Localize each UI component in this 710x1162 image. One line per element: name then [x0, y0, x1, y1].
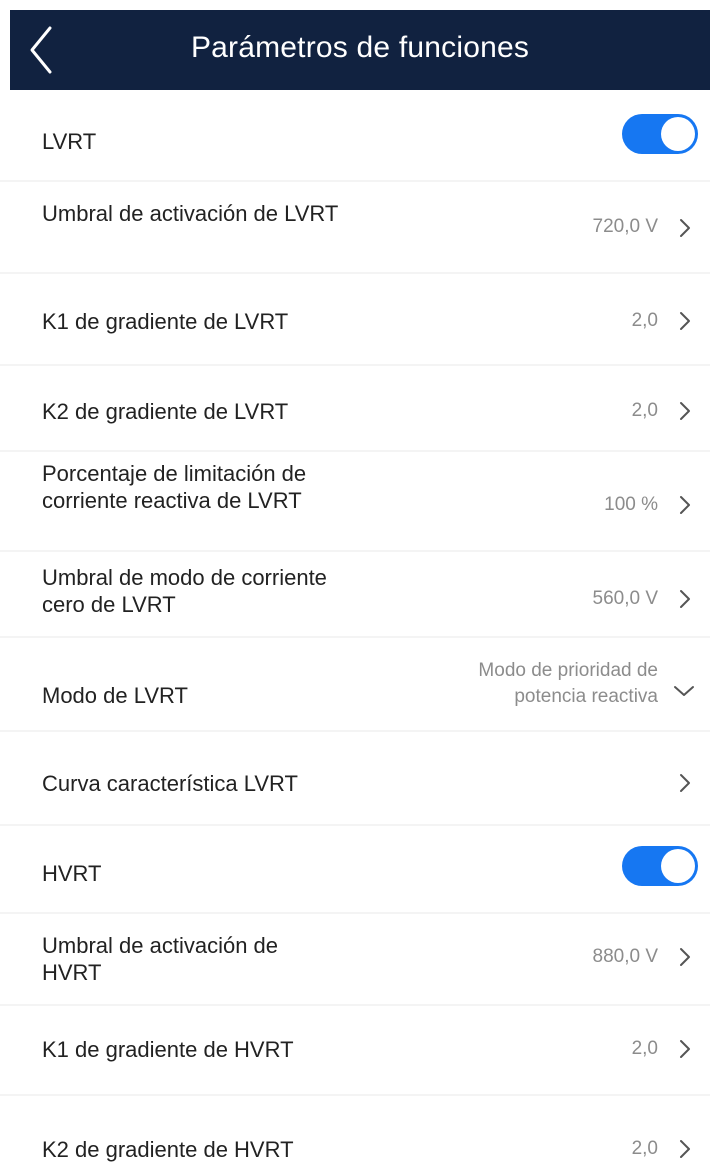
row-label: Umbral de modo de corriente cero de LVRT	[42, 565, 327, 617]
chevron-right-icon	[680, 402, 690, 420]
chevron-right-icon	[680, 219, 690, 237]
row-lvrt-curve[interactable]: Curva característica LVRT	[0, 732, 710, 826]
row-label: LVRT	[42, 129, 97, 154]
row-hvrt: HVRT	[0, 826, 710, 914]
row-lvrt-mode[interactable]: Modo de LVRT Modo de prioridad de potenc…	[0, 638, 710, 732]
chevron-right-icon	[680, 590, 690, 608]
row-value: 2,0	[631, 1138, 658, 1159]
row-label: Umbral de activación de LVRT	[42, 201, 339, 226]
row-label: K2 de gradiente de HVRT	[42, 1137, 294, 1162]
row-lvrt-reactive-current-limit[interactable]: Porcentaje de limitación de corriente re…	[0, 452, 710, 552]
row-label: K1 de gradiente de LVRT	[42, 309, 289, 334]
chevron-right-icon	[680, 312, 690, 330]
row-value: 100 %	[604, 494, 658, 515]
chevron-down-icon	[674, 686, 694, 696]
row-label: K2 de gradiente de LVRT	[42, 399, 289, 424]
chevron-right-icon	[680, 1140, 690, 1158]
row-hvrt-k1[interactable]: K1 de gradiente de HVRT 2,0	[0, 1006, 710, 1096]
row-hvrt-k2[interactable]: K2 de gradiente de HVRT 2,0	[0, 1096, 710, 1162]
toggle-knob	[661, 117, 695, 151]
row-label: Curva característica LVRT	[42, 771, 298, 796]
row-value: 2,0	[631, 400, 658, 421]
chevron-right-icon	[680, 948, 690, 966]
page-title: Parámetros de funciones	[190, 31, 530, 64]
row-lvrt-activation-threshold[interactable]: Umbral de activación de LVRT 720,0 V	[0, 182, 710, 274]
row-value: 880,0 V	[592, 946, 659, 967]
row-label: Porcentaje de limitación de corriente re…	[42, 461, 307, 513]
row-value: 560,0 V	[592, 588, 659, 609]
row-lvrt-k2[interactable]: K2 de gradiente de LVRT 2,0	[0, 366, 710, 452]
hvrt-toggle[interactable]	[622, 846, 698, 886]
chevron-right-icon	[680, 774, 690, 792]
row-lvrt-k1[interactable]: K1 de gradiente de LVRT 2,0	[0, 274, 710, 366]
header-bar: Parámetros de funciones	[10, 10, 710, 90]
chevron-right-icon	[680, 496, 690, 514]
row-hvrt-activation-threshold[interactable]: Umbral de activación de HVRT 880,0 V	[0, 914, 710, 1006]
row-label: Umbral de activación de HVRT	[42, 933, 279, 985]
lvrt-toggle[interactable]	[622, 114, 698, 154]
row-lvrt: LVRT	[0, 90, 710, 182]
row-value: Modo de prioridad de potencia reactiva	[478, 660, 658, 707]
toggle-knob	[661, 849, 695, 883]
row-value: 2,0	[631, 310, 658, 331]
row-value: 720,0 V	[592, 216, 659, 237]
row-value: 2,0	[631, 1038, 658, 1059]
row-label: K1 de gradiente de HVRT	[42, 1037, 294, 1062]
row-label: Modo de LVRT	[42, 683, 188, 708]
row-lvrt-zero-current-threshold[interactable]: Umbral de modo de corriente cero de LVRT…	[0, 552, 710, 638]
row-label: HVRT	[42, 861, 102, 886]
screen: Parámetros de funciones LVRT Umbral de a…	[0, 0, 710, 1162]
chevron-right-icon	[680, 1040, 690, 1058]
